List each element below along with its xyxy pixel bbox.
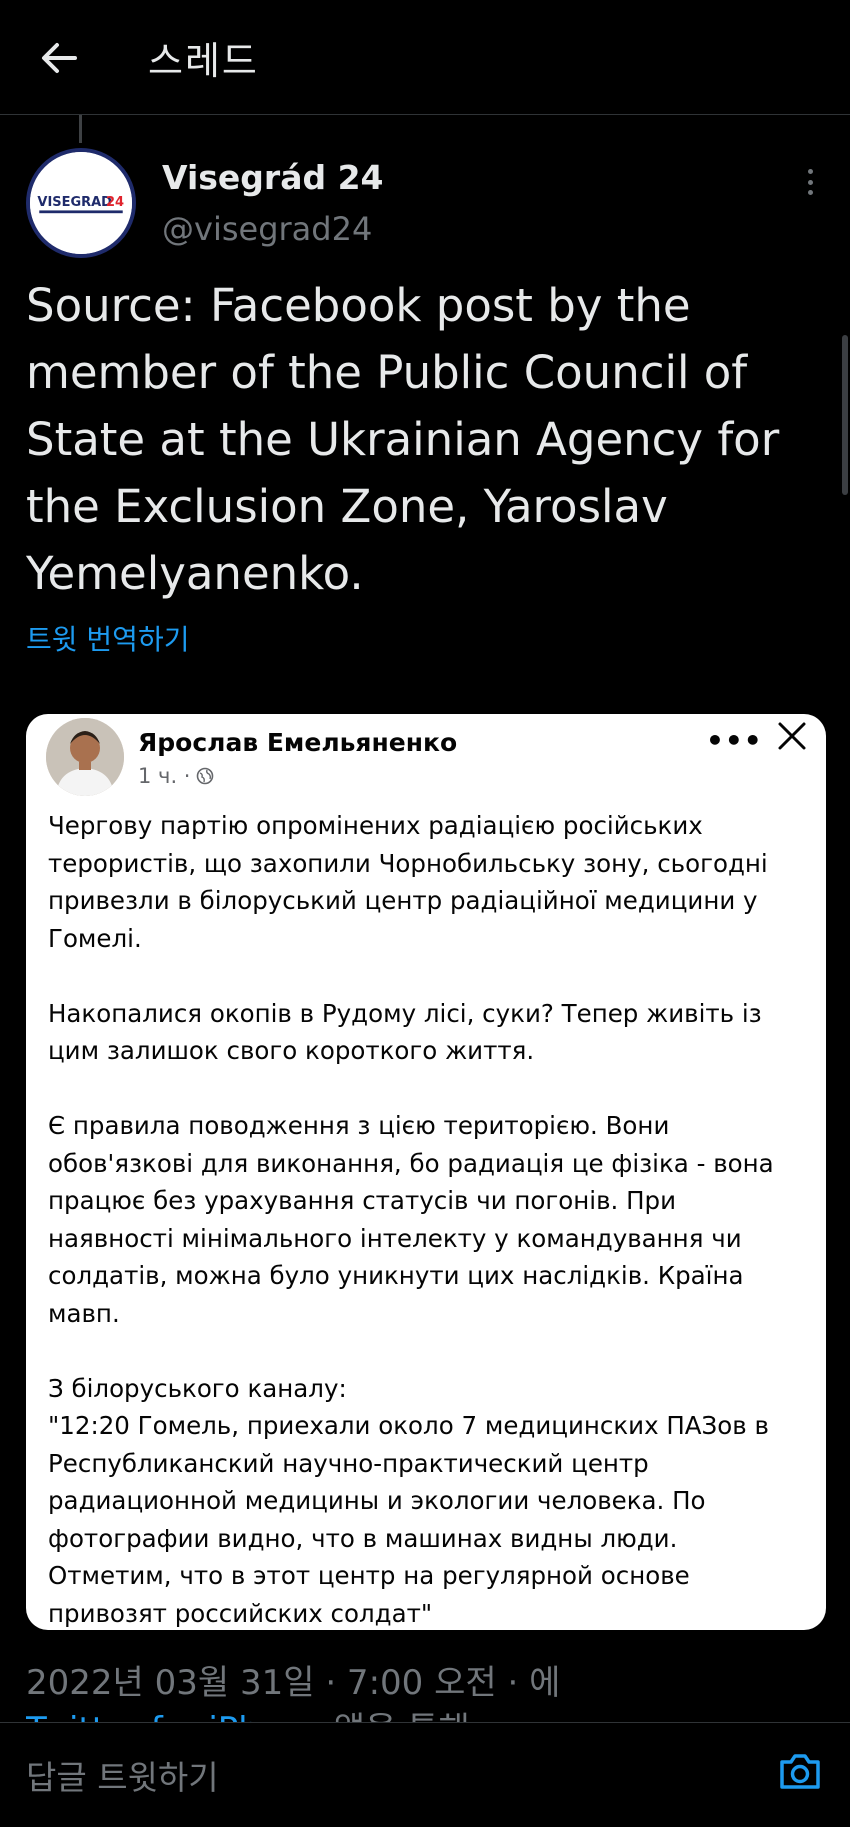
reply-bar: 답글 트윗하기 xyxy=(0,1722,850,1827)
scrollbar-thumb[interactable] xyxy=(842,335,848,495)
page-title: 스레드 xyxy=(148,39,259,83)
fb-paragraph: Є правила поводження з цією територією. … xyxy=(48,1111,774,1328)
arrow-left-icon xyxy=(42,43,77,73)
fb-post-time: 1 ч. · xyxy=(138,764,214,788)
globe-icon xyxy=(197,767,214,785)
fb-profile-photo xyxy=(46,718,124,796)
fb-paragraph: Накопалися окопів в Рудому лісі, суки? Т… xyxy=(48,998,762,1066)
more-dot xyxy=(807,179,813,185)
back-button[interactable] xyxy=(34,33,84,83)
fb-author-name: Ярослав Емельяненко xyxy=(138,728,458,757)
translate-tweet-link[interactable]: 트윗 번역하기 xyxy=(26,618,189,658)
svg-text:VISEGRAD: VISEGRAD xyxy=(37,195,112,210)
camera-icon[interactable] xyxy=(776,1747,824,1795)
more-options-button[interactable] xyxy=(790,165,830,199)
fb-time-text: 1 ч. · xyxy=(138,764,191,788)
fb-more-icon: ••• xyxy=(706,724,763,757)
author-avatar[interactable]: VISEGRAD 24 xyxy=(26,148,136,258)
close-icon xyxy=(778,722,806,750)
tweet-timestamp[interactable]: 2022년 03월 31일 · 7:00 오전 · 에 xyxy=(26,1655,560,1704)
reply-input[interactable]: 답글 트윗하기 xyxy=(26,1751,219,1799)
visegrad-logo: VISEGRAD 24 xyxy=(30,152,132,254)
person-photo xyxy=(46,718,124,796)
svg-text:24: 24 xyxy=(106,195,124,210)
more-dot xyxy=(807,190,813,195)
tweet-text: Source: Facebook post by the member of t… xyxy=(26,279,780,600)
more-dot xyxy=(807,169,813,174)
fb-paragraph: Чергову партію опромінених радіацією рос… xyxy=(48,811,768,953)
attached-image[interactable]: Ярослав Емельяненко 1 ч. · ••• Чергову п… xyxy=(26,714,826,1630)
author-display-name[interactable]: Visegrád 24 xyxy=(162,158,384,197)
thread-connector xyxy=(79,115,82,143)
fb-paragraph: З білоруського каналу: "12:20 Гомель, пр… xyxy=(48,1373,769,1628)
fb-post-body: Чергову партію опромінених радіацією рос… xyxy=(48,807,808,1630)
top-bar: 스레드 xyxy=(0,0,850,115)
author-handle[interactable]: @visegrad24 xyxy=(162,210,372,248)
